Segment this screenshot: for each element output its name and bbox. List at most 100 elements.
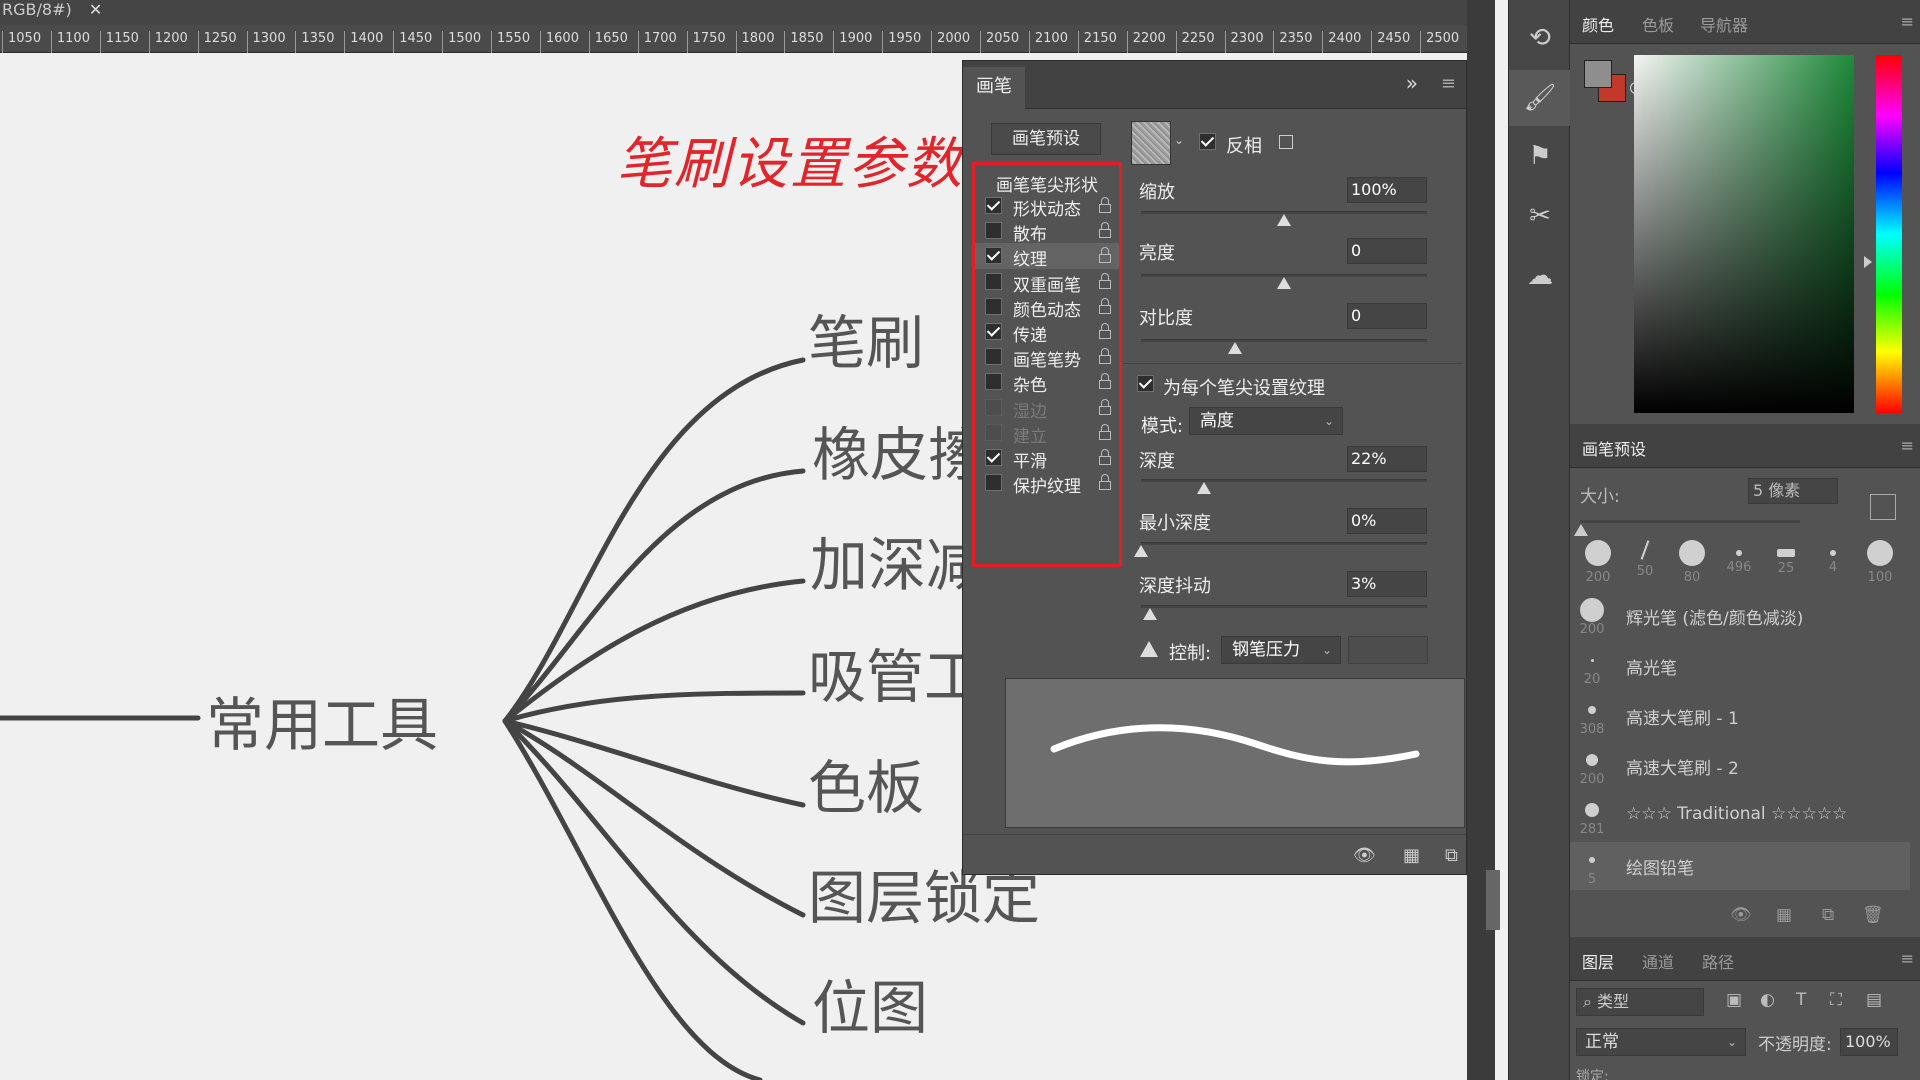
brush-option-checkbox[interactable]	[985, 272, 1002, 290]
layer-filter-select[interactable]: ⌕ 类型	[1576, 988, 1704, 1016]
color-field[interactable]	[1634, 55, 1854, 413]
close-document-icon[interactable]: ✕	[89, 0, 102, 19]
brush-option-checkbox[interactable]	[985, 222, 1002, 240]
brush-tip-thumbnail[interactable]: 4	[1813, 540, 1853, 575]
tab-swatches[interactable]: 色板	[1642, 12, 1674, 36]
contrast-slider-thumb[interactable]	[1228, 342, 1243, 354]
smart-object-filter-icon[interactable]: ▤	[1866, 990, 1882, 1010]
brush-tip-thumbnail[interactable]: 100	[1860, 540, 1900, 585]
lock-icon[interactable]	[1099, 398, 1111, 415]
clone-source-icon[interactable]: ⚑	[1509, 128, 1571, 184]
new-preset-icon[interactable]	[1870, 494, 1896, 520]
tab-paths[interactable]: 路径	[1702, 949, 1734, 973]
type-filter-icon[interactable]: T	[1796, 990, 1806, 1010]
brush-option-row[interactable]: 建立	[975, 420, 1119, 447]
lock-icon[interactable]	[1099, 373, 1111, 390]
adjustment-filter-icon[interactable]: ◐	[1760, 990, 1775, 1010]
panel-menu-icon[interactable]: ≡	[1901, 949, 1914, 968]
brush-preset-item[interactable]: 281 ☆☆☆ Traditional ☆☆☆☆☆	[1570, 792, 1910, 840]
brush-option-row[interactable]: 平滑	[975, 445, 1119, 472]
brush-option-row[interactable]: 画笔笔势	[975, 344, 1119, 371]
creative-cloud-icon[interactable]: ☁	[1509, 248, 1571, 304]
eye-icon[interactable]: 👁	[1353, 845, 1376, 866]
brush-option-checkbox[interactable]	[985, 449, 1002, 466]
brush-option-row[interactable]: 双重画笔	[975, 269, 1119, 296]
depth-input[interactable]: 22%	[1347, 446, 1427, 472]
tab-navigator[interactable]: 导航器	[1700, 12, 1748, 36]
brush-option-row[interactable]: 纹理	[975, 243, 1119, 270]
control-select[interactable]: 钢笔压力 ⌄	[1221, 636, 1341, 664]
texture-pattern-picker[interactable]	[1131, 121, 1171, 165]
mode-select[interactable]: 高度 ⌄	[1189, 407, 1343, 435]
min-depth-slider-thumb[interactable]	[1134, 545, 1148, 557]
brush-option-row[interactable]: 散布	[975, 218, 1119, 245]
brush-tip-thumbnail[interactable]: 25	[1766, 540, 1806, 576]
lock-icon[interactable]	[1099, 272, 1111, 289]
brush-option-row[interactable]: 保护纹理	[975, 470, 1119, 497]
brush-option-checkbox[interactable]	[985, 373, 1002, 391]
per-tip-texture-checkbox[interactable]	[1137, 375, 1154, 392]
min-depth-slider[interactable]	[1141, 542, 1427, 545]
new-icon[interactable]: ⧉	[1445, 845, 1458, 866]
brush-option-row[interactable]: 杂色	[975, 369, 1119, 396]
contrast-slider[interactable]	[1141, 339, 1427, 342]
brush-preset-item[interactable]: 200 辉光笔 (滤色/颜色减淡)	[1570, 592, 1910, 640]
lock-icon[interactable]	[1099, 449, 1111, 465]
brightness-slider-thumb[interactable]	[1277, 277, 1291, 289]
brush-presets-button[interactable]: 画笔预设	[991, 123, 1101, 155]
shape-filter-icon[interactable]: ⛶	[1830, 990, 1842, 1010]
size-slider-thumb[interactable]	[1574, 524, 1588, 536]
tab-channels[interactable]: 通道	[1642, 949, 1674, 973]
brightness-input[interactable]: 0	[1347, 238, 1427, 264]
brush-preset-item[interactable]: 200 高速大笔刷 - 2	[1570, 742, 1910, 790]
min-depth-input[interactable]: 0%	[1347, 508, 1427, 534]
panel-menu-icon[interactable]: ≡	[1441, 73, 1456, 94]
brush-tip-thumbnail[interactable]: 80	[1672, 540, 1712, 585]
tab-layers[interactable]: 图层	[1582, 949, 1614, 973]
brush-option-row[interactable]: 颜色动态	[975, 294, 1119, 321]
brush-option-row[interactable]: 形状动态	[975, 193, 1119, 220]
trash-icon[interactable]: 🗑	[1862, 905, 1884, 925]
horizontal-ruler[interactable]: 1050 1100 1150 1200 1250 1300 1350 1400 1450 1500…	[0, 25, 1483, 53]
brush-option-checkbox[interactable]	[985, 197, 1002, 214]
scale-slider-thumb[interactable]	[1277, 214, 1291, 226]
depth-jitter-slider-thumb[interactable]	[1142, 608, 1157, 620]
brush-option-row[interactable]: 传递	[975, 319, 1119, 346]
tab-color[interactable]: 颜色	[1582, 12, 1614, 36]
new-pattern-icon[interactable]	[1279, 135, 1293, 149]
brush-tip-thumbnail[interactable]: 496	[1719, 540, 1759, 575]
contrast-input[interactable]: 0	[1347, 303, 1427, 329]
dock-scrollbar[interactable]	[1486, 870, 1500, 930]
lock-icon[interactable]	[1099, 348, 1111, 365]
foreground-color-swatch[interactable]	[1584, 60, 1612, 88]
blend-mode-select[interactable]: 正常 ⌄	[1576, 1028, 1746, 1056]
tool-presets-icon[interactable]: ✂	[1509, 188, 1571, 244]
hue-marker[interactable]	[1864, 256, 1872, 268]
depth-jitter-slider[interactable]	[1141, 605, 1427, 608]
brush-preset-item[interactable]: 5 绘图铅笔	[1570, 842, 1910, 890]
grid-icon[interactable]: ▦	[1403, 845, 1420, 866]
lock-icon[interactable]	[1099, 423, 1111, 440]
depth-slider[interactable]	[1141, 479, 1427, 482]
lock-icon[interactable]	[1099, 474, 1111, 491]
lock-icon[interactable]	[1099, 222, 1111, 239]
brush-icon[interactable]: 🖌	[1509, 70, 1571, 126]
tab-brush-presets[interactable]: 画笔预设	[1582, 436, 1646, 460]
brush-option-checkbox[interactable]	[985, 348, 1002, 366]
brush-preset-item[interactable]: 20 高光笔	[1570, 642, 1910, 690]
image-filter-icon[interactable]: ▣	[1726, 990, 1742, 1010]
panel-menu-icon[interactable]: ≡	[1901, 12, 1914, 31]
brush-option-checkbox[interactable]	[985, 323, 1002, 340]
brush-tip-thumbnail[interactable]: 200	[1578, 540, 1618, 585]
tab-brush[interactable]: 画笔	[963, 67, 1025, 109]
size-input[interactable]: 5 像素	[1748, 478, 1838, 504]
history-icon[interactable]: ⟲	[1509, 10, 1571, 66]
hue-slider[interactable]	[1876, 55, 1902, 413]
size-slider[interactable]	[1580, 520, 1800, 523]
brush-option-checkbox[interactable]	[985, 474, 1002, 492]
lock-icon[interactable]	[1099, 323, 1111, 339]
document-tab[interactable]: RGB/8#) ✕	[0, 0, 1470, 25]
opacity-input[interactable]: 100%	[1840, 1028, 1898, 1056]
invert-checkbox[interactable]	[1199, 133, 1216, 150]
scale-input[interactable]: 100%	[1347, 177, 1427, 203]
